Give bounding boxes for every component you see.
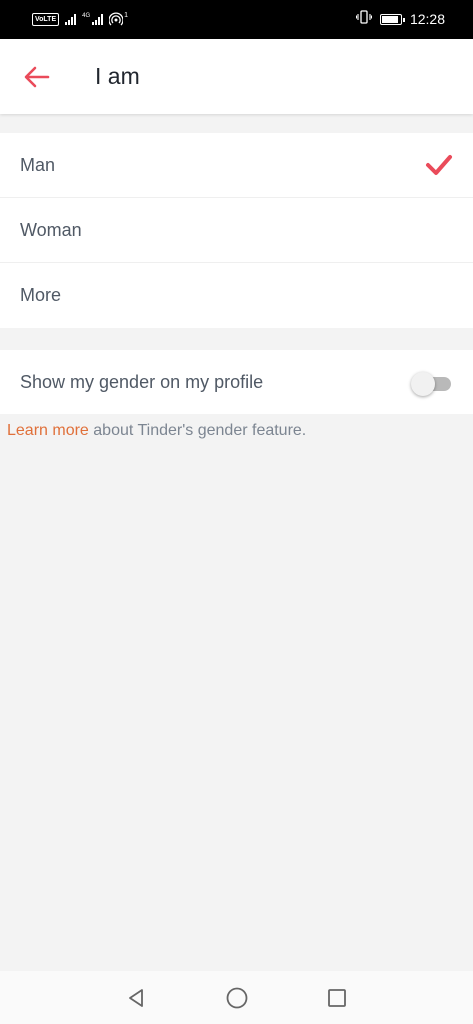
vibrate-icon	[355, 9, 373, 29]
signal-4g-icon: 4G	[82, 13, 104, 25]
app-header: I am	[0, 39, 473, 114]
option-man[interactable]: Man	[0, 133, 473, 198]
option-woman[interactable]: Woman	[0, 198, 473, 263]
square-recents-icon	[328, 989, 346, 1007]
battery-icon	[379, 13, 405, 25]
nav-home-button[interactable]	[224, 985, 250, 1011]
toggle-thumb	[411, 372, 435, 396]
arrow-left-icon	[24, 66, 50, 88]
system-nav-bar	[0, 971, 473, 1024]
triangle-back-icon	[129, 989, 143, 1007]
gender-options-list: Man Woman More	[0, 133, 473, 328]
option-more[interactable]: More	[0, 263, 473, 328]
nav-recents-button[interactable]	[324, 985, 350, 1011]
hotspot-icon: 1	[109, 12, 128, 26]
status-time: 12:28	[409, 11, 445, 27]
show-gender-toggle[interactable]	[411, 371, 453, 396]
nav-back-button[interactable]	[123, 985, 149, 1011]
option-label: Woman	[20, 219, 82, 240]
signal-icon	[65, 13, 77, 25]
learn-more-link[interactable]: Learn more	[7, 422, 89, 439]
back-button[interactable]	[20, 60, 54, 94]
show-gender-label: Show my gender on my profile	[20, 371, 264, 392]
page-title: I am	[95, 63, 140, 89]
checkmark-icon	[425, 153, 453, 177]
option-label: Man	[20, 154, 56, 175]
volte-icon: VoLTE	[32, 12, 60, 26]
status-left-icons: VoLTE 4G 1	[32, 10, 128, 28]
circle-home-icon	[226, 987, 248, 1009]
gender-info-text: Learn more about Tinder's gender feature…	[7, 422, 306, 440]
status-bar: VoLTE 4G 1 12:28	[0, 0, 473, 39]
option-label: More	[20, 285, 62, 305]
show-gender-row: Show my gender on my profile	[0, 350, 473, 414]
info-rest-text: about Tinder's gender feature.	[88, 422, 307, 439]
status-right-icons: 12:28	[355, 9, 445, 29]
